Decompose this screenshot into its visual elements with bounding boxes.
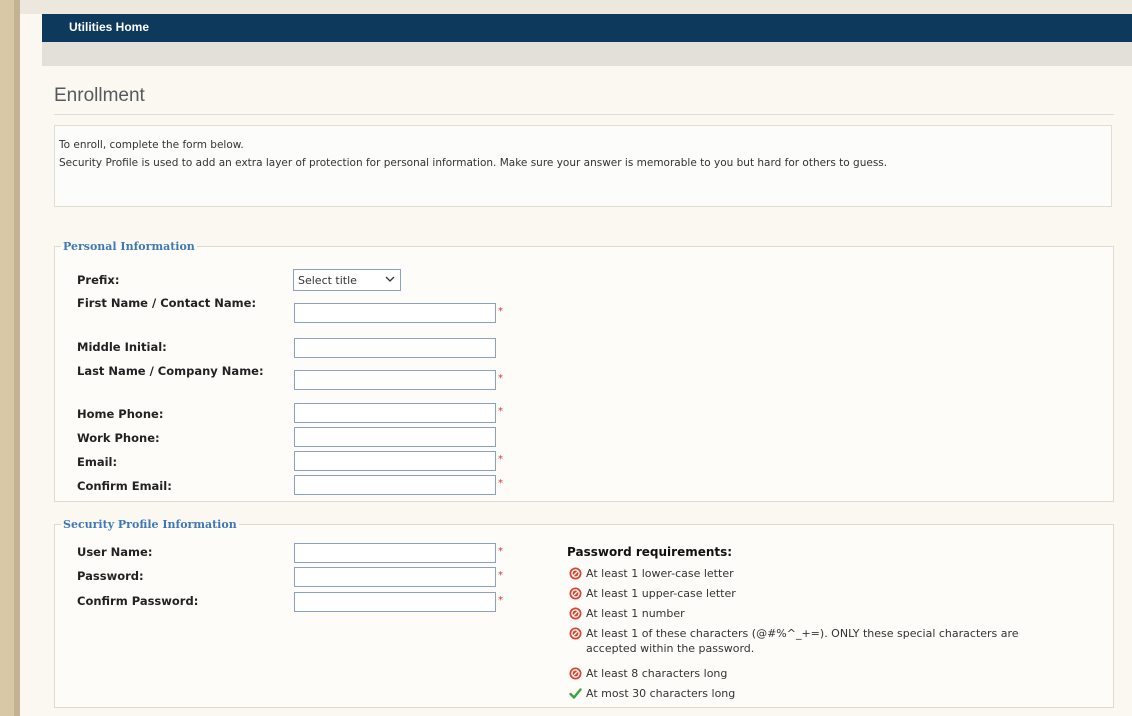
confirm-password-input[interactable] (294, 592, 496, 612)
error-icon (569, 607, 582, 620)
password-requirements-title: Password requirements: (567, 545, 733, 559)
home-phone-label: Home Phone: (77, 407, 164, 421)
password-requirement-text: At least 1 upper-case letter (586, 587, 736, 600)
username-label: User Name: (77, 545, 153, 559)
password-requirement-text: At least 8 characters long (586, 667, 728, 680)
window-edge (0, 0, 14, 716)
confirm-email-label: Confirm Email: (77, 479, 172, 493)
required-marker: * (498, 570, 503, 581)
username-input[interactable] (294, 543, 496, 563)
password-input[interactable] (294, 567, 496, 587)
security-profile-legend: Security Profile Information (63, 518, 237, 531)
email-input[interactable] (294, 451, 496, 471)
error-icon (569, 627, 582, 640)
password-requirement: At most 30 characters long (569, 686, 1056, 701)
first-name-input[interactable] (294, 303, 496, 323)
password-requirement-text: At most 30 characters long (586, 687, 736, 700)
intro-box: To enroll, complete the form below. Secu… (54, 125, 1112, 207)
required-marker: * (498, 595, 503, 606)
last-name-label: Last Name / Company Name: (77, 364, 264, 378)
confirm-email-input[interactable] (294, 475, 496, 495)
password-requirement: At least 1 lower-case letter (569, 566, 1056, 581)
page: Utilities Home Enrollment To enroll, com… (20, 0, 1132, 716)
work-phone-label: Work Phone: (77, 431, 160, 445)
security-profile-section: Security Profile Information User Name: … (54, 518, 1114, 708)
confirm-password-label: Confirm Password: (77, 594, 199, 608)
required-marker: * (498, 406, 503, 417)
checkmark-icon (569, 687, 582, 700)
required-marker: * (498, 454, 503, 465)
title-divider (54, 114, 1114, 115)
personal-information-section: Personal Information Prefix: Select titl… (54, 240, 1114, 502)
required-marker: * (498, 478, 503, 489)
required-marker: * (498, 306, 503, 317)
chevron-down-icon (385, 272, 395, 289)
password-requirement: At least 1 upper-case letter (569, 586, 1056, 601)
password-requirement: At least 1 of these characters (@#%^_+=)… (569, 626, 1046, 656)
middle-initial-input[interactable] (294, 338, 496, 358)
password-label: Password: (77, 569, 144, 583)
password-requirement: At least 8 characters long (569, 666, 1056, 681)
error-icon (569, 667, 582, 680)
password-requirement-text: At least 1 number (586, 607, 685, 620)
home-phone-input[interactable] (294, 403, 496, 423)
prefix-select[interactable]: Select title (293, 269, 401, 291)
intro-text-line1: To enroll, complete the form below. (59, 139, 244, 151)
personal-information-legend: Personal Information (63, 240, 195, 253)
prefix-label: Prefix: (77, 273, 120, 287)
email-label: Email: (77, 455, 118, 469)
sub-navbar (42, 42, 1132, 66)
intro-text-line2: Security Profile is used to add an extra… (59, 157, 888, 169)
error-icon (569, 587, 582, 600)
work-phone-input[interactable] (294, 427, 496, 447)
top-navbar: Utilities Home (42, 14, 1132, 42)
error-icon (569, 567, 582, 580)
prefix-select-value: Select title (298, 274, 357, 287)
middle-initial-label: Middle Initial: (77, 340, 167, 354)
first-name-label: First Name / Contact Name: (77, 296, 257, 310)
utilities-home-link[interactable]: Utilities Home (69, 20, 149, 34)
required-marker: * (498, 546, 503, 557)
password-requirement-text: At least 1 lower-case letter (586, 567, 734, 580)
page-title: Enrollment (54, 85, 145, 106)
password-requirement-text: At least 1 of these characters (@#%^_+=)… (586, 627, 1019, 655)
password-requirement: At least 1 number (569, 606, 1056, 621)
last-name-input[interactable] (294, 370, 496, 390)
required-marker: * (498, 373, 503, 384)
top-band (20, 0, 1132, 14)
